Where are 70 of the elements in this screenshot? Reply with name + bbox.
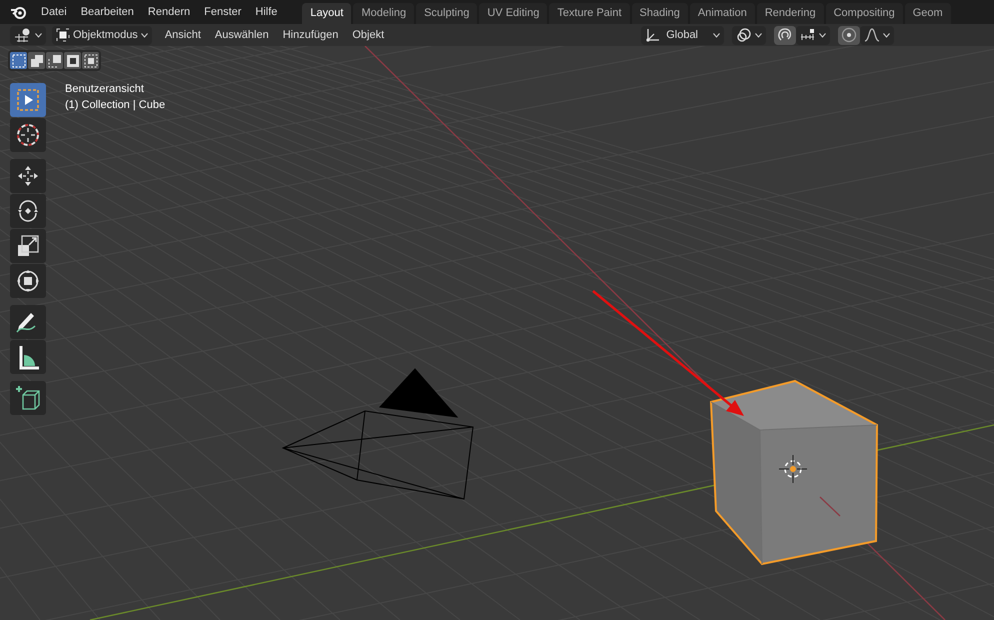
axes-icon	[645, 27, 662, 43]
menu-item[interactable]: Fenster	[197, 6, 248, 24]
snap-target-dropdown[interactable]	[796, 26, 830, 44]
proportional-edit-icon	[841, 27, 857, 43]
select-box-icon	[16, 88, 40, 112]
header-menu[interactable]: Objekt	[345, 29, 392, 41]
viewport-icon	[14, 28, 32, 42]
rotate-icon	[16, 199, 40, 223]
caret-icon	[883, 32, 890, 38]
tool-button[interactable]	[10, 305, 46, 339]
tool-button[interactable]	[10, 381, 46, 415]
caret-icon	[35, 32, 42, 38]
snap-toggle[interactable]	[774, 26, 796, 44]
workspace-tab[interactable]: Animation	[690, 3, 755, 24]
tool-button[interactable]	[10, 264, 46, 298]
magnet-icon	[777, 27, 793, 43]
cursor-icon	[15, 122, 41, 148]
scale-icon	[16, 234, 40, 258]
workspace-tab[interactable]: Sculpting	[416, 3, 478, 24]
workspace-tab[interactable]: Modeling	[353, 3, 414, 24]
workspace-tab[interactable]: Layout	[302, 3, 352, 24]
header-menu[interactable]: Ansicht	[158, 29, 208, 41]
tool-button[interactable]	[10, 340, 46, 374]
editor-type-dropdown[interactable]	[10, 26, 46, 44]
select-new-icon	[12, 54, 26, 68]
falloff-curve-icon	[864, 28, 880, 42]
workspace-tab[interactable]: Geom	[904, 3, 951, 24]
menu-item[interactable]: Datei	[34, 6, 74, 24]
add-cube-icon	[15, 385, 41, 411]
select-extend-icon	[30, 54, 44, 68]
app-logo-icon	[10, 4, 26, 20]
pivot-icon	[736, 27, 752, 43]
proportional-edit-toggle[interactable]	[838, 26, 860, 44]
origin-cursor-icon	[778, 454, 808, 484]
snap-increment-icon	[800, 28, 816, 42]
caret-icon	[819, 32, 826, 38]
menu-item[interactable]: Rendern	[140, 6, 198, 24]
select-intersect-icon	[84, 54, 98, 68]
caret-icon	[713, 32, 720, 38]
pivot-dropdown[interactable]	[732, 26, 766, 44]
object-mode-icon	[56, 28, 70, 42]
workspace-tab[interactable]: UV Editing	[479, 3, 548, 24]
tool-button[interactable]	[10, 159, 46, 193]
tool-button[interactable]	[10, 229, 46, 263]
tool-button[interactable]	[10, 118, 46, 152]
select-subtract-icon	[48, 54, 62, 68]
falloff-dropdown[interactable]	[860, 26, 894, 44]
select-invert-icon	[66, 54, 80, 68]
move-arrows-icon	[16, 164, 40, 188]
transform-icon	[16, 269, 40, 293]
workspace-tab[interactable]: Texture Paint	[549, 3, 630, 24]
view-name: Benutzeransicht	[65, 83, 145, 95]
menu-item[interactable]: Hilfe	[248, 6, 284, 24]
object-info: (1) Collection | Cube	[65, 99, 166, 111]
mode-dropdown[interactable]: Objektmodus	[52, 26, 152, 44]
orientation-dropdown[interactable]: Global	[641, 26, 724, 44]
header-menu[interactable]: Auswählen	[208, 29, 276, 41]
select-mode-button[interactable]	[28, 52, 45, 69]
tool-button[interactable]	[10, 194, 46, 228]
select-mode-button[interactable]	[64, 52, 81, 69]
caret-icon	[755, 32, 762, 38]
select-mode-button[interactable]	[10, 52, 27, 69]
workspace-tab[interactable]: Compositing	[826, 3, 903, 24]
select-mode-button[interactable]	[82, 52, 99, 69]
workspace-tab[interactable]: Rendering	[756, 3, 824, 24]
caret-icon	[140, 32, 148, 38]
menu-item[interactable]: Bearbeiten	[74, 6, 141, 24]
select-mode-button[interactable]	[46, 52, 63, 69]
header-menu[interactable]: Hinzufügen	[276, 29, 346, 41]
workspace-tab[interactable]: Shading	[632, 3, 688, 24]
